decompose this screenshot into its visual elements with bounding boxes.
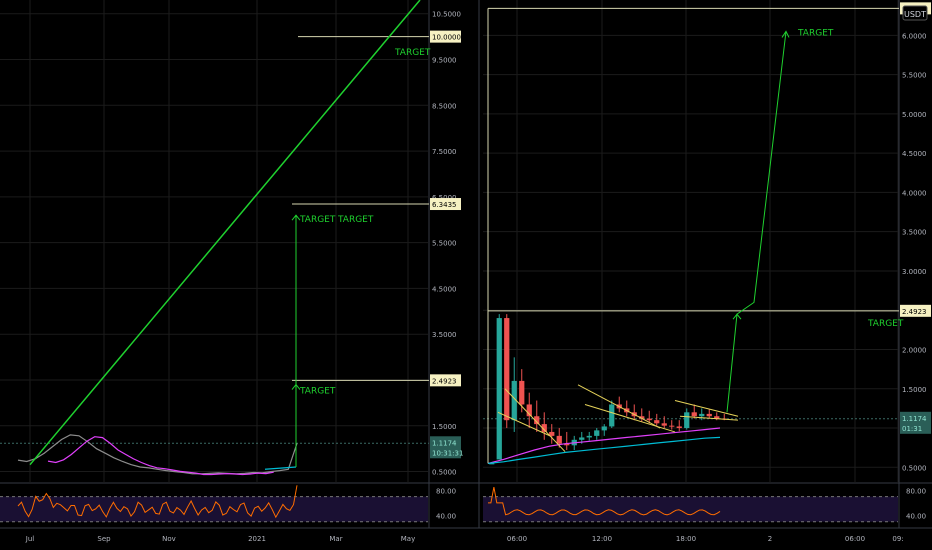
x-tick-label: 09: <box>892 535 903 543</box>
x-tick-label: Nov <box>162 535 176 543</box>
candle-body <box>496 318 502 460</box>
level-tag-label: 2.4923 <box>432 377 457 385</box>
currency-label: USDT <box>904 10 926 19</box>
y-tick-label: 9.5000 <box>432 57 457 65</box>
x-tick-label: May <box>401 535 415 543</box>
x-tick-label: Mar <box>329 535 342 543</box>
target-annotation: TARGET <box>337 215 374 225</box>
candle-body <box>676 426 682 429</box>
x-tick-label: 2021 <box>248 535 266 543</box>
y-tick-label: 1.5000 <box>902 386 927 394</box>
candle-body <box>706 413 712 417</box>
level-tag-label: 10.0000 <box>432 34 461 42</box>
rsi-tick-label: 80.00 <box>436 487 456 495</box>
target-annotation: TARGET <box>299 387 336 397</box>
y-tick-label: 2.0000 <box>902 346 927 354</box>
target-annotation: TARGET <box>797 28 834 38</box>
rsi-tick-label: 80.00 <box>906 487 926 495</box>
rsi-tick-label: 40.00 <box>436 512 456 520</box>
candle-body <box>654 420 660 424</box>
y-tick-label: 4.0000 <box>902 189 927 197</box>
y-tick-label: 0.5000 <box>432 469 457 477</box>
candle-body <box>579 437 585 440</box>
last-price-label: 1.1174 <box>432 439 457 447</box>
candle-body <box>556 435 562 444</box>
candle-body <box>504 318 510 421</box>
candle-body <box>669 425 675 427</box>
target-annotation: TARGET <box>867 319 904 329</box>
x-tick-label: 2 <box>768 535 772 543</box>
y-tick-label: 4.5000 <box>432 285 457 293</box>
y-tick-label: 10.5000 <box>432 11 461 19</box>
candle-body <box>586 435 592 438</box>
rsi-tick-label: 40.00 <box>906 512 926 520</box>
y-tick-label: 3.5000 <box>432 331 457 339</box>
candle-body <box>691 412 697 417</box>
candle-body <box>646 418 652 421</box>
candle-body <box>684 412 690 429</box>
candle-body <box>699 413 705 417</box>
countdown-timer: 10:31:31 <box>432 449 463 457</box>
x-tick-label: 06:00 <box>507 535 527 543</box>
x-tick-label: Jul <box>25 535 35 543</box>
target-annotation: TARGET <box>394 48 431 58</box>
level-tag-label: 2.4923 <box>902 308 927 316</box>
y-tick-label: 1.5000 <box>432 423 457 431</box>
y-tick-label: 8.5000 <box>432 102 457 110</box>
candle-body <box>661 423 667 426</box>
countdown-timer: 01:31 <box>902 425 922 433</box>
candle-body <box>609 404 615 427</box>
candle-body <box>519 380 525 405</box>
y-tick-label: 6.0000 <box>902 32 927 40</box>
level-tag-label: 6.3435 <box>432 201 457 209</box>
y-tick-label: 3.5000 <box>902 229 927 237</box>
y-tick-label: 7.5000 <box>432 148 457 156</box>
y-tick-label: 4.5000 <box>902 150 927 158</box>
rsi-band <box>483 496 898 522</box>
x-tick-label: 18:00 <box>676 535 696 543</box>
y-tick-label: 0.5000 <box>902 464 927 472</box>
y-tick-label: 5.0000 <box>902 111 927 119</box>
last-price-label: 1.1174 <box>902 415 927 423</box>
x-tick-label: Sep <box>97 535 111 543</box>
x-tick-label: 06:00 <box>845 535 865 543</box>
x-tick-label: 12:00 <box>592 535 612 543</box>
candle-body <box>594 430 600 436</box>
chart-root: 0.50001.50002.50003.50004.50005.50006.50… <box>0 0 932 550</box>
rsi-band <box>0 496 428 522</box>
y-tick-label: 5.5000 <box>432 240 457 248</box>
y-tick-label: 3.0000 <box>902 268 927 276</box>
target-annotation: TARGET <box>299 215 336 225</box>
candle-body <box>601 426 607 431</box>
currency-badge[interactable]: USDT <box>902 5 928 21</box>
y-tick-label: 5.5000 <box>902 72 927 80</box>
